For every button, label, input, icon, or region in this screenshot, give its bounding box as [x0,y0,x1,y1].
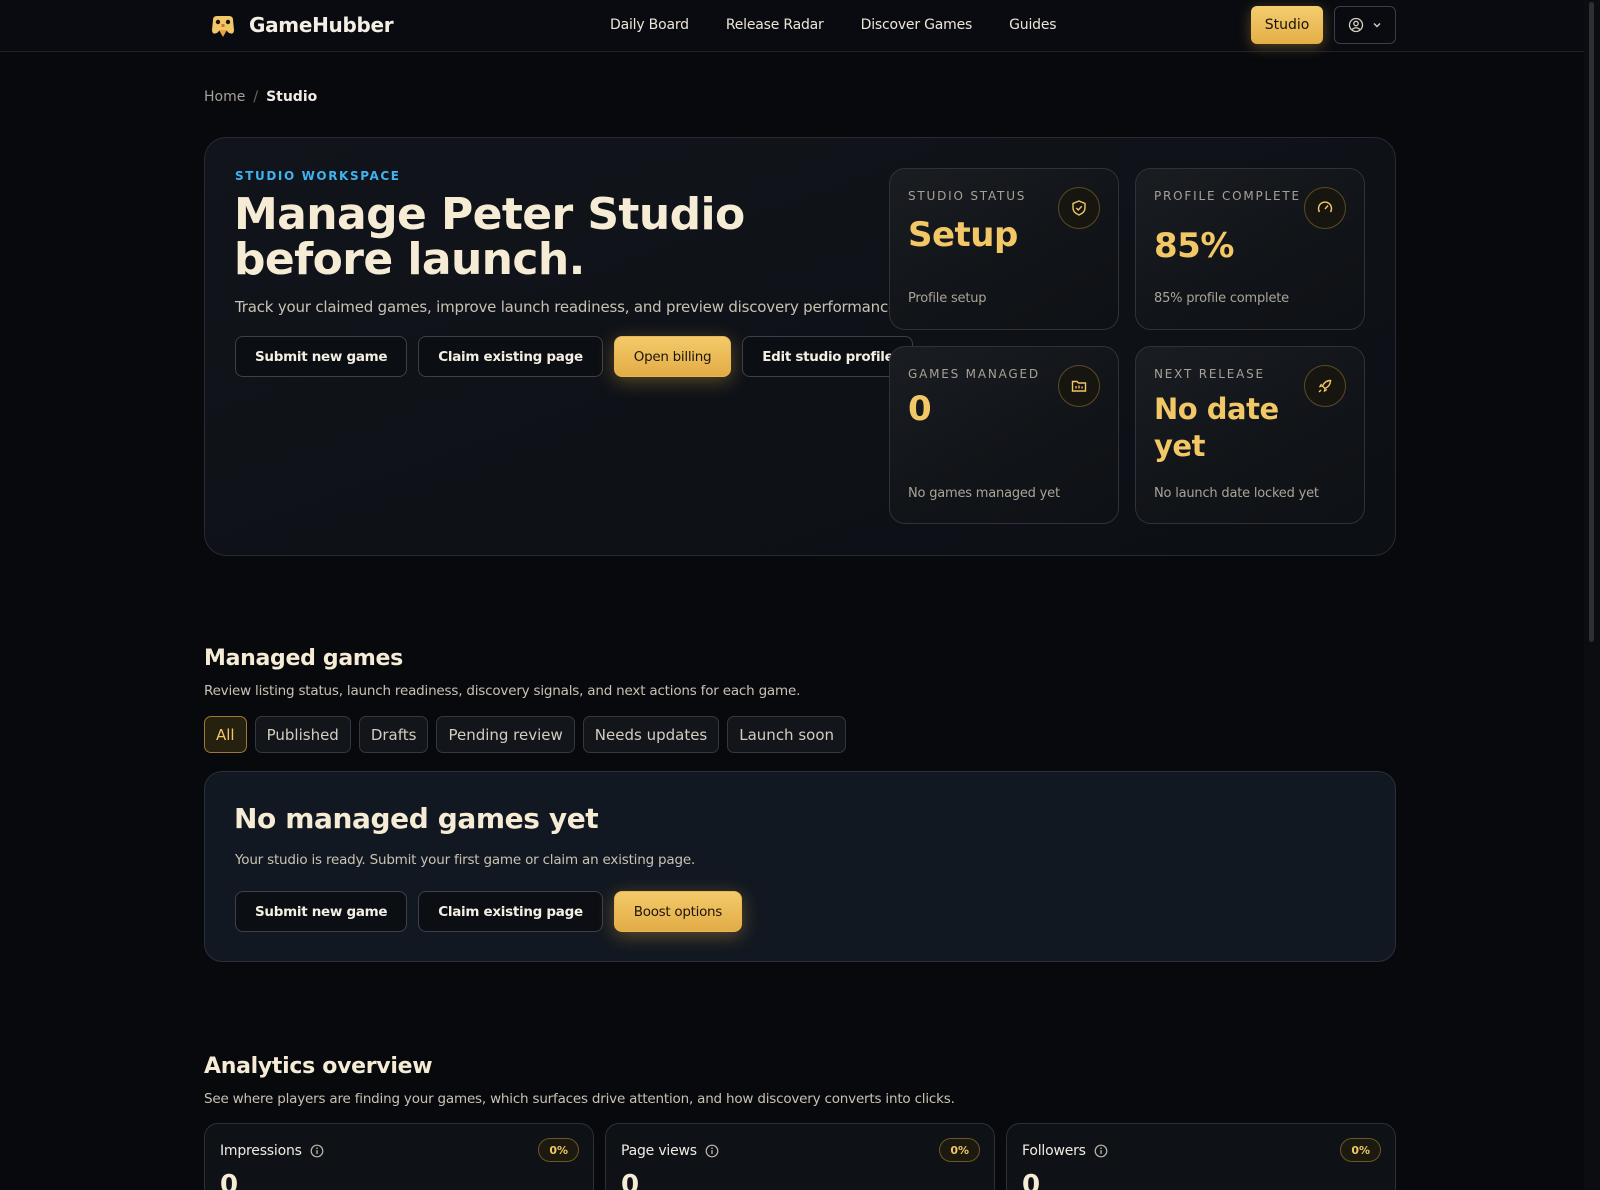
game-filter-tabs: All Published Drafts Pending review Need… [204,716,847,753]
analytics-subtitle: See where players are finding your games… [204,1091,955,1107]
gamepad-logo-icon [212,16,234,37]
studio-button[interactable]: Studio [1251,6,1323,44]
stat-label: GAMES MANAGED [908,367,1040,381]
rocket-icon [1304,365,1346,407]
analytics-card-label-row: Impressions [220,1143,324,1159]
change-badge: 0% [939,1138,980,1162]
stat-note: No launch date locked yet [1154,486,1319,501]
analytics-value: 0 [1022,1170,1041,1190]
analytics-card-label: Followers [1022,1143,1086,1159]
edit-studio-profile-button[interactable]: Edit studio profile [742,336,914,377]
folder-icon [1058,365,1100,407]
page-subtitle: Track your claimed games, improve launch… [235,298,902,316]
analytics-card-impressions: Impressions 0% 0 [204,1123,594,1190]
stat-value: Setup [908,215,1018,255]
nav-link-guides[interactable]: Guides [1009,17,1056,33]
gauge-icon [1304,187,1346,229]
stat-note: Profile setup [908,291,987,306]
breadcrumb-current: Studio [266,89,318,105]
analytics-card-followers: Followers 0% 0 [1006,1123,1396,1190]
stat-card-games-managed: GAMES MANAGED 0 No games managed yet [889,346,1119,524]
stat-label: PROFILE COMPLETE [1154,189,1301,203]
submit-new-game-button[interactable]: Submit new game [235,891,408,932]
filter-all[interactable]: All [204,716,247,753]
stat-note: No games managed yet [908,486,1060,501]
stat-card-next-release: NEXT RELEASE No date yet No launch date … [1135,346,1365,524]
page-scrollbar[interactable] [1584,0,1600,1190]
empty-state-subtitle: Your studio is ready. Submit your first … [235,852,696,868]
breadcrumb-home-link[interactable]: Home [204,89,245,105]
stat-note: 85% profile complete [1154,291,1289,306]
filter-drafts[interactable]: Drafts [358,716,429,753]
studio-workspace-panel: STUDIO WORKSPACE Manage Peter Studio bef… [204,137,1396,556]
stat-value: 85% [1154,226,1234,266]
brand-name: GameHubber [249,13,394,37]
info-icon[interactable] [705,1144,719,1158]
nav-link-daily-board[interactable]: Daily Board [610,17,689,33]
filter-pending-review[interactable]: Pending review [436,716,575,753]
claim-existing-page-button[interactable]: Claim existing page [418,891,603,932]
change-badge: 0% [1340,1138,1381,1162]
account-menu-button[interactable] [1334,6,1396,44]
analytics-card-label-row: Followers [1022,1143,1108,1159]
change-badge: 0% [538,1138,579,1162]
breadcrumb: Home / Studio [204,89,317,105]
hero-actions: Submit new game Claim existing page Open… [235,336,914,377]
filter-published[interactable]: Published [254,716,351,753]
empty-state-panel: No managed games yet Your studio is read… [204,771,1396,962]
stat-label: NEXT RELEASE [1154,367,1265,381]
nav-link-discover-games[interactable]: Discover Games [861,17,973,33]
info-icon[interactable] [310,1144,324,1158]
analytics-card-label-row: Page views [621,1143,719,1159]
stat-card-studio-status: STUDIO STATUS Setup Profile setup [889,168,1119,330]
boost-options-button[interactable]: Boost options [613,891,743,932]
user-circle-icon [1348,17,1364,33]
submit-new-game-button[interactable]: Submit new game [235,336,408,377]
analytics-title: Analytics overview [204,1054,433,1079]
brand[interactable]: GameHubber [209,11,394,39]
analytics-card-page-views: Page views 0% 0 [605,1123,995,1190]
page-title: Manage Peter Studio before launch. [234,189,745,285]
analytics-value: 0 [621,1170,640,1190]
analytics-value: 0 [220,1170,239,1190]
stat-value: 0 [908,389,932,429]
managed-games-subtitle: Review listing status, launch readiness,… [204,683,801,699]
breadcrumb-separator: / [253,89,259,105]
info-icon[interactable] [1094,1144,1108,1158]
empty-state-actions: Submit new game Claim existing page Boos… [235,891,743,932]
workspace-eyebrow: STUDIO WORKSPACE [235,169,401,183]
stat-card-profile-complete: PROFILE COMPLETE 85% 85% profile complet… [1135,168,1365,330]
analytics-card-label: Page views [621,1143,697,1159]
chevron-down-icon [1373,23,1381,28]
scrollbar-thumb[interactable] [1589,2,1594,642]
stat-value: No date yet [1154,392,1279,463]
nav-link-release-radar[interactable]: Release Radar [726,17,824,33]
filter-launch-soon[interactable]: Launch soon [727,716,847,753]
empty-state-title: No managed games yet [234,802,599,835]
analytics-card-label: Impressions [220,1143,302,1159]
top-navigation: GameHubber Daily Board Release Radar Dis… [0,0,1584,52]
managed-games-title: Managed games [204,646,403,671]
claim-existing-page-button[interactable]: Claim existing page [418,336,603,377]
filter-needs-updates[interactable]: Needs updates [582,716,720,753]
stat-label: STUDIO STATUS [908,189,1027,203]
main-nav-links: Daily Board Release Radar Discover Games… [610,17,1057,33]
open-billing-button[interactable]: Open billing [613,336,732,377]
shield-check-icon [1058,187,1100,229]
